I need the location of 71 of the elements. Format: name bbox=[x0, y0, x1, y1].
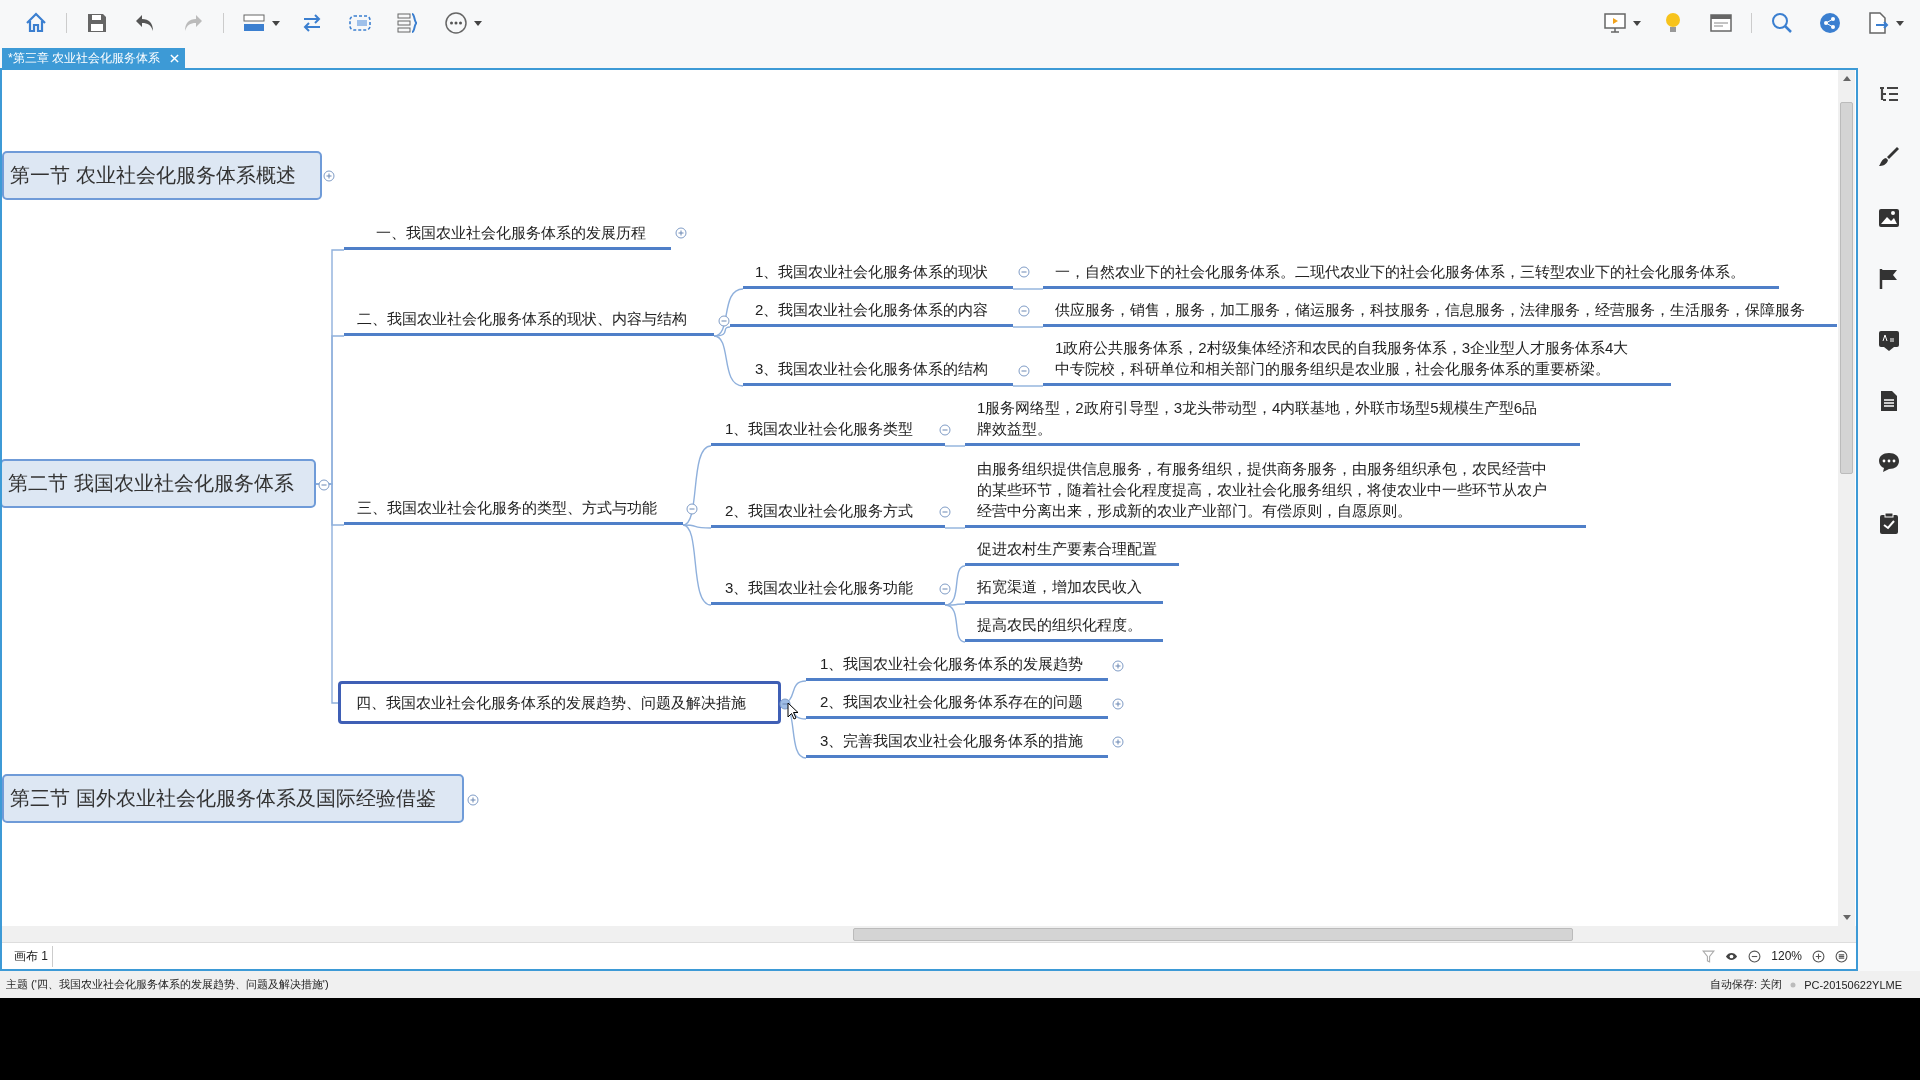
clipboard-icon[interactable] bbox=[1877, 511, 1901, 535]
connector-line bbox=[1012, 288, 1044, 290]
save-icon[interactable] bbox=[85, 11, 109, 35]
close-icon[interactable] bbox=[170, 53, 179, 63]
image-icon[interactable] bbox=[1877, 206, 1901, 230]
topic[interactable]: 一，自然农业下的社会化服务体系。二现代农业下的社会化服务体系，三转型农业下的社会化服务体系。 bbox=[1043, 261, 1779, 289]
vertical-scrollbar[interactable] bbox=[1838, 70, 1855, 926]
topic[interactable]: 提高农民的组织化程度。 bbox=[965, 614, 1163, 642]
zoom-in-icon[interactable] bbox=[1812, 949, 1825, 963]
topic[interactable]: 第三节 国外农业社会化服务体系及国际经验借鉴 bbox=[2, 774, 464, 823]
topic[interactable]: 2、我国农业社会化服务体系的内容 bbox=[730, 299, 1013, 327]
connector-line bbox=[1012, 326, 1044, 328]
caret-icon[interactable] bbox=[272, 20, 280, 26]
zoom-level: 120% bbox=[1771, 949, 1802, 963]
expand-icon[interactable] bbox=[1112, 698, 1124, 710]
topic[interactable]: 促进农村生产要素合理配置 bbox=[965, 538, 1179, 566]
paintbrush-icon[interactable] bbox=[1877, 145, 1901, 169]
sheet-tab[interactable]: 画布 1 bbox=[10, 945, 53, 967]
summary-icon[interactable] bbox=[396, 11, 420, 35]
autosave-status[interactable]: 自动保存: 关闭 bbox=[1710, 977, 1783, 992]
text-style-icon[interactable] bbox=[1877, 328, 1901, 352]
scroll-up-icon[interactable] bbox=[1842, 76, 1851, 81]
topic[interactable]: 1政府公共服务体系，2村级集体经济和农民的自我服务体系，3企业型人才服务体系4大中专院校，科研单位和相关部门的服务组织是农业服，社会化服务体系的重要桥梁。 bbox=[1043, 337, 1671, 386]
connector-line bbox=[944, 527, 966, 529]
topic[interactable]: 3、我国农业社会化服务功能 bbox=[711, 577, 945, 605]
topic[interactable]: 1服务网络型，2政府引导型，3龙头带动型，4内联基地，外联市场型5规模生产型6品牌效益型。 bbox=[965, 397, 1580, 446]
scroll-thumb[interactable] bbox=[853, 927, 1573, 941]
export-icon[interactable] bbox=[1866, 11, 1890, 35]
topic[interactable]: 二、我国农业社会化服务体系的现状、内容与结构 bbox=[344, 308, 714, 336]
topic[interactable]: 2、我国农业社会化服务体系存在的问题 bbox=[806, 691, 1108, 719]
share-icon[interactable] bbox=[1818, 11, 1842, 35]
filter-icon[interactable] bbox=[1702, 949, 1716, 963]
cursor-icon bbox=[787, 702, 799, 720]
expand-icon[interactable] bbox=[675, 227, 687, 239]
topic[interactable]: 三、我国农业社会化服务的类型、方式与功能 bbox=[344, 497, 683, 525]
search-icon[interactable] bbox=[1770, 11, 1794, 35]
presentation-icon[interactable] bbox=[1603, 11, 1627, 35]
caret-icon[interactable] bbox=[1633, 20, 1641, 26]
topic[interactable]: 一、我国农业社会化服务体系的发展历程 bbox=[344, 222, 671, 250]
expand-icon[interactable] bbox=[323, 170, 335, 182]
expand-icon[interactable] bbox=[1112, 736, 1124, 748]
topic[interactable]: 3、我国农业社会化服务体系的结构 bbox=[743, 358, 1013, 386]
topic[interactable]: 3、完善我国农业社会化服务体系的措施 bbox=[806, 730, 1108, 758]
topic[interactable]: 第二节 我国农业社会化服务体系 bbox=[2, 459, 316, 508]
home-icon[interactable] bbox=[24, 11, 48, 35]
scroll-thumb[interactable] bbox=[1840, 102, 1853, 474]
topic[interactable]: 1、我国农业社会化服务体系的现状 bbox=[743, 261, 1013, 289]
menu-icon[interactable] bbox=[1835, 949, 1848, 963]
window-icon[interactable] bbox=[1709, 11, 1733, 35]
expand-icon[interactable] bbox=[1112, 660, 1124, 672]
zoom-out-icon[interactable] bbox=[1748, 949, 1762, 963]
topic[interactable]: 供应服务，销售，服务，加工服务，储运服务，科技服务，信息服务，法律服务，经营服务，生活服务，保障服务 bbox=[1043, 299, 1837, 327]
status-dot-icon bbox=[1790, 981, 1797, 988]
topic[interactable]: 1、我国农业社会化服务类型 bbox=[711, 418, 945, 446]
topic[interactable]: 第一节 农业社会化服务体系概述 bbox=[2, 151, 322, 200]
scroll-down-icon[interactable] bbox=[1842, 915, 1851, 920]
topic[interactable]: 1、我国农业社会化服务体系的发展趋势 bbox=[806, 653, 1108, 681]
topic[interactable]: 四、我国农业社会化服务体系的发展趋势、问题及解决措施 bbox=[338, 681, 781, 724]
more-icon[interactable] bbox=[444, 11, 468, 35]
comment-icon[interactable] bbox=[1877, 450, 1901, 474]
expand-icon[interactable] bbox=[467, 794, 479, 806]
caret-icon[interactable] bbox=[1896, 20, 1904, 26]
topic[interactable]: 由服务组织提供信息服务，有服务组织，提供商务服务，由服务组织承包，农民经营中的某些环节，随着社会化程度提高，农业社会化服务组织，将使农业中一些环节从农户经营中分离出来，形成新的农业产业部门。有偿原则，自愿原则。 bbox=[965, 458, 1586, 528]
topic[interactable]: 2、我国农业社会化服务方式 bbox=[711, 500, 945, 528]
horizontal-scrollbar[interactable] bbox=[2, 926, 1856, 942]
computer-name: PC-20150622YLME bbox=[1804, 978, 1902, 991]
caret-icon[interactable] bbox=[474, 20, 482, 26]
status-topic: 主题 ('四、我国农业社会化服务体系的发展趋势、问题及解决措施') bbox=[6, 977, 329, 992]
connector-line bbox=[944, 445, 966, 447]
connector-line bbox=[1012, 385, 1044, 387]
topic[interactable]: 拓宽渠道，增加农民收入 bbox=[965, 576, 1163, 604]
